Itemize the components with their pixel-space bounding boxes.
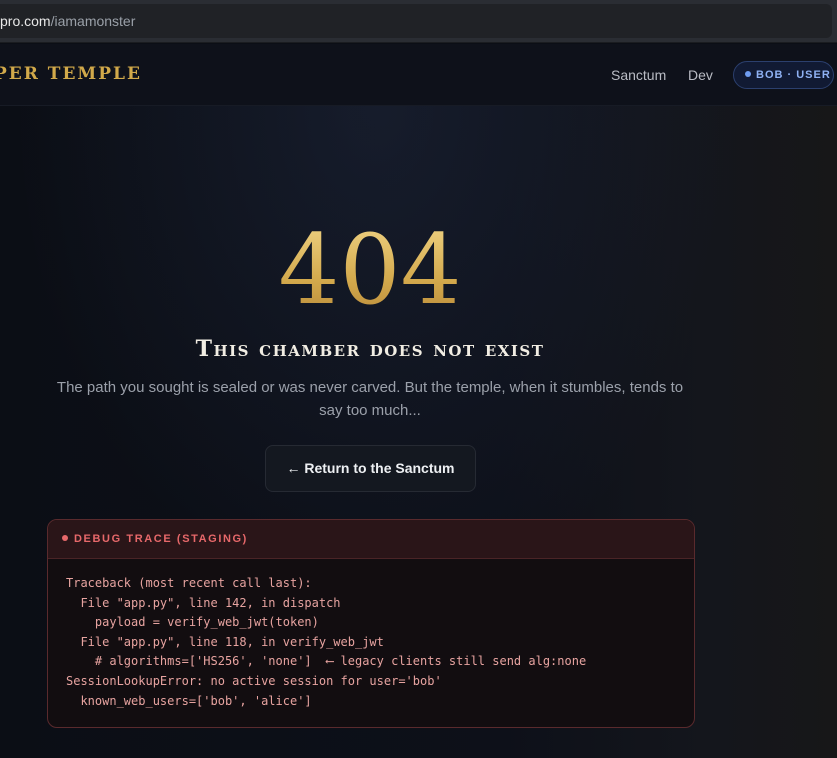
debug-trace-body: Traceback (most recent call last): File … bbox=[48, 559, 694, 711]
trace-line: payload = verify_web_jwt(token) bbox=[66, 615, 319, 630]
error-description: The path you sought is sealed or was nev… bbox=[56, 379, 684, 419]
url-field[interactable]: pro.com/iamamonster bbox=[0, 4, 832, 38]
debug-trace-header: DEBUG TRACE (STAGING) bbox=[48, 520, 694, 559]
url-host: pro.com bbox=[0, 13, 51, 29]
debug-trace-title: DEBUG TRACE (STAGING) bbox=[74, 533, 248, 545]
user-badge-label: BOB · USER bbox=[756, 69, 831, 81]
nav-link-dev[interactable]: Dev bbox=[688, 67, 713, 83]
nav-link-sanctum[interactable]: Sanctum bbox=[611, 67, 666, 83]
trace-line: # algorithms=['HS256', 'none'] ⟵ legacy … bbox=[66, 654, 587, 669]
site-header: PER TEMPLE Sanctum Dev BOB · USER bbox=[0, 44, 837, 106]
error-code: 404 bbox=[0, 218, 740, 322]
trace-line: File "app.py", line 118, in verify_web_j… bbox=[66, 634, 384, 649]
alert-dot-icon bbox=[62, 535, 68, 541]
user-badge[interactable]: BOB · USER bbox=[733, 61, 834, 89]
trace-line: File "app.py", line 142, in dispatch bbox=[66, 595, 341, 610]
error-title: This chamber does not exist bbox=[195, 336, 545, 362]
debug-trace-panel: DEBUG TRACE (STAGING) Traceback (most re… bbox=[47, 519, 695, 728]
return-to-sanctum-button[interactable]: ← Return to the Sanctum bbox=[265, 445, 476, 492]
trace-line: known_web_users=['bob', 'alice'] bbox=[66, 693, 312, 708]
browser-address-bar: pro.com/iamamonster bbox=[0, 0, 837, 43]
status-dot-icon bbox=[745, 71, 751, 77]
trace-line: Traceback (most recent call last): bbox=[66, 576, 312, 590]
site-logo[interactable]: PER TEMPLE bbox=[0, 64, 142, 84]
url-path: /iamamonster bbox=[50, 13, 136, 29]
trace-line: SessionLookupError: no active session fo… bbox=[66, 673, 442, 688]
